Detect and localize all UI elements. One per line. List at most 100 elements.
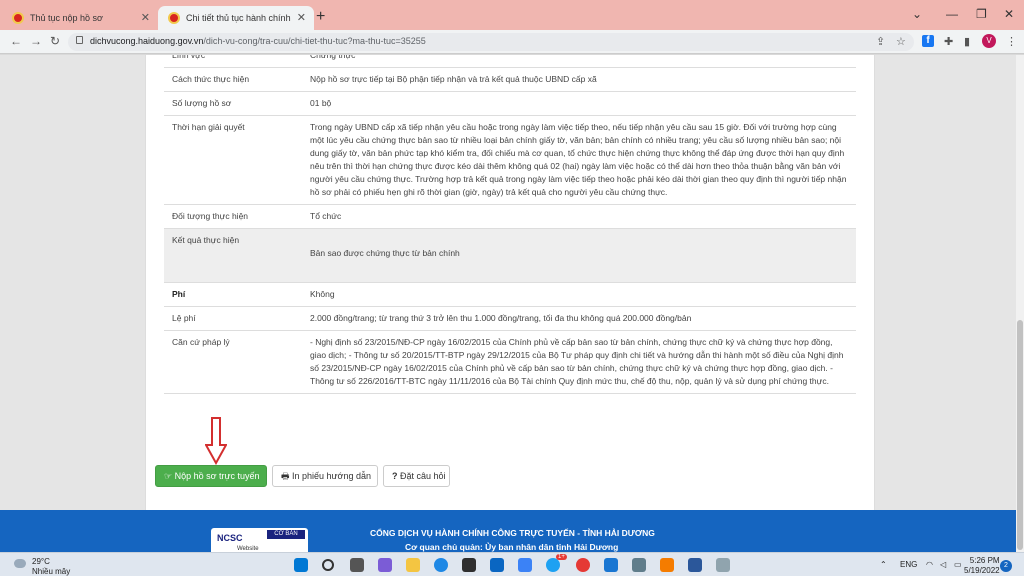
question-icon: ?	[392, 471, 400, 481]
detail-row: Số lượng hồ sơ 01 bộ	[164, 91, 856, 116]
chevron-down-icon[interactable]: ⌄	[912, 7, 922, 21]
coccoc-icon[interactable]	[660, 558, 674, 572]
edge-icon[interactable]	[434, 558, 448, 572]
red-down-arrow-icon	[205, 417, 227, 465]
site-favicon-icon	[12, 12, 24, 24]
ncsc-level: CƠ BẢN	[267, 530, 305, 539]
detail-value: Không	[302, 282, 856, 307]
detail-row: Thời hạn giải quyết Trong ngày UBND cấp x…	[164, 115, 856, 205]
start-icon[interactable]	[294, 558, 308, 572]
detail-label: Đối tượng thực hiện	[164, 204, 302, 229]
detail-value: - Nghị định số 23/2015/NĐ-CP ngày 16/02/…	[302, 330, 856, 394]
messenger-icon[interactable]	[546, 558, 560, 572]
detail-row: Lệ phí 2.000 đồng/trang; từ trang thứ 3 t…	[164, 306, 856, 331]
detail-label: Thời hạn giải quyết	[164, 115, 302, 205]
detail-row: Đối tượng thực hiện Tổ chức	[164, 204, 856, 229]
task-view-icon[interactable]	[350, 558, 364, 572]
detail-label: Lĩnh vực	[164, 55, 302, 68]
close-window-icon[interactable]: ✕	[1004, 7, 1014, 21]
lock-icon	[76, 36, 83, 44]
detail-label: Kết quả thực hiện	[164, 228, 302, 283]
detail-row: Lĩnh vực Chứng thực	[164, 55, 856, 68]
detail-value: 01 bộ	[302, 91, 856, 116]
clock-time: 5:26 PM	[969, 556, 1000, 565]
share-icon[interactable]: ⇪	[876, 35, 885, 48]
tab-label: Chi tiết thủ tục hành chính	[186, 13, 291, 23]
mail-icon[interactable]	[490, 558, 504, 572]
zalo-icon[interactable]	[518, 558, 532, 572]
site-favicon-icon	[168, 12, 180, 24]
printer-icon: 🖶	[281, 471, 292, 481]
file-explorer-icon[interactable]	[406, 558, 420, 572]
reload-icon[interactable]: ↻	[50, 34, 60, 48]
footer-subtitle: Cơ quan chủ quản: Ủy ban nhân dân tỉnh H…	[405, 542, 619, 552]
profile-avatar[interactable]: V	[982, 34, 996, 48]
menu-icon[interactable]: ⋮	[1006, 35, 1017, 48]
forward-icon[interactable]: →	[30, 34, 42, 48]
browser-tabstrip: Thủ tục nộp hồ sơ ✕ Chi tiết thủ tục hàn…	[0, 0, 1024, 34]
extensions-icon[interactable]: ✚	[944, 35, 953, 48]
close-tab-icon[interactable]: ✕	[141, 6, 150, 30]
wifi-icon[interactable]: ◠	[926, 560, 933, 569]
tray-chevron-icon[interactable]: ⌃	[880, 560, 887, 569]
minimize-icon[interactable]: —	[946, 7, 958, 21]
facebook-extension-icon[interactable]: f	[922, 35, 934, 47]
detail-label: Phí	[164, 282, 302, 307]
detail-row: Cách thức thực hiện Nộp hồ sơ trực tiếp t…	[164, 67, 856, 92]
page-scrollbar[interactable]	[1016, 55, 1024, 552]
page-viewport: Lĩnh vực Chứng thực Cách thức thực hiện Nộp…	[0, 55, 1016, 552]
volume-icon[interactable]: ◁	[940, 560, 946, 569]
taskbar-clock[interactable]: 5:26 PM 5/19/2022	[964, 556, 1000, 576]
new-tab-icon[interactable]: +	[316, 8, 325, 26]
detail-label: Căn cứ pháp lý	[164, 330, 302, 394]
hand-point-icon: ☞	[164, 471, 175, 481]
close-tab-icon[interactable]: ✕	[297, 6, 306, 30]
bookmark-star-icon[interactable]: ☆	[896, 35, 906, 48]
detail-value: Tổ chức	[302, 204, 856, 229]
ncsc-logo: NCSC	[217, 533, 243, 543]
chat-icon[interactable]	[378, 558, 392, 572]
store-icon[interactable]	[462, 558, 476, 572]
notification-badge[interactable]: 2	[1000, 560, 1012, 572]
url-text: dichvucong.haiduong.gov.vn/dich-vu-cong/…	[90, 36, 426, 46]
snipping-icon[interactable]	[716, 558, 730, 572]
ncsc-badge[interactable]: NCSC CƠ BẢN Website	[211, 528, 308, 552]
windows-taskbar: 29°C Nhiều mây 1+ ⌃ ENG ◠ ◁ ▭ 5:26 PM 5/…	[0, 552, 1024, 576]
back-icon[interactable]: ←	[10, 34, 22, 48]
detail-label: Lệ phí	[164, 306, 302, 331]
footer-title: CỔNG DỊCH VỤ HÀNH CHÍNH CÔNG TRỰC TUYẾN …	[370, 528, 655, 538]
detail-value: Bản sao được chứng thực từ bản chính	[302, 228, 856, 283]
url-input[interactable]: dichvucong.haiduong.gov.vn/dich-vu-cong/…	[68, 33, 914, 51]
mail-badge: 1+	[556, 554, 567, 560]
detail-value: Chứng thực	[302, 55, 856, 68]
detail-row: Căn cứ pháp lý - Nghị định số 23/2015/NĐ-…	[164, 330, 856, 394]
detail-value: 2.000 đồng/trang; từ trang thứ 3 trở lên…	[302, 306, 856, 331]
tab-label: Thủ tục nộp hồ sơ	[30, 13, 103, 23]
weather-temperature: 29°C	[32, 557, 50, 566]
site-footer: NCSC CƠ BẢN Website CỔNG DỊCH VỤ HÀNH CH…	[0, 510, 1016, 552]
detail-label: Cách thức thực hiện	[164, 67, 302, 92]
detail-value: Trong ngày UBND cấp xã tiếp nhận yêu cầu…	[302, 115, 856, 205]
clock-date: 5/19/2022	[964, 566, 1000, 575]
print-guide-button[interactable]: 🖶 In phiếu hướng dẫn	[272, 465, 378, 487]
battery-icon[interactable]: ▭	[954, 560, 962, 569]
ask-question-button[interactable]: ? Đặt câu hỏi	[383, 465, 450, 487]
detail-row: Kết quả thực hiện Bản sao được chứng thực…	[164, 228, 856, 283]
procedure-info-table: Lĩnh vực Chứng thực Cách thức thực hiện Nộp…	[164, 55, 856, 394]
weather-condition: Nhiều mây	[32, 567, 71, 576]
chrome-icon[interactable]	[576, 558, 590, 572]
language-indicator[interactable]: ENG	[900, 560, 917, 569]
word-icon[interactable]	[688, 558, 702, 572]
photos-icon[interactable]	[632, 558, 646, 572]
submit-online-button[interactable]: ☞ Nộp hồ sơ trực tuyến	[155, 465, 267, 487]
search-icon[interactable]	[322, 559, 334, 571]
detail-label: Số lượng hồ sơ	[164, 91, 302, 116]
scrollbar-thumb[interactable]	[1017, 320, 1023, 550]
detail-row: Phí Không	[164, 282, 856, 307]
restore-icon[interactable]: ❐	[976, 7, 987, 21]
address-bar: ← → ↻ dichvucong.haiduong.gov.vn/dich-vu…	[0, 30, 1024, 54]
side-panel-icon[interactable]: ▮	[964, 35, 970, 48]
detail-value: Nộp hồ sơ trực tiếp tại Bộ phận tiếp nhậ…	[302, 67, 856, 92]
app-icon[interactable]	[604, 558, 618, 572]
cloud-icon	[14, 559, 26, 568]
